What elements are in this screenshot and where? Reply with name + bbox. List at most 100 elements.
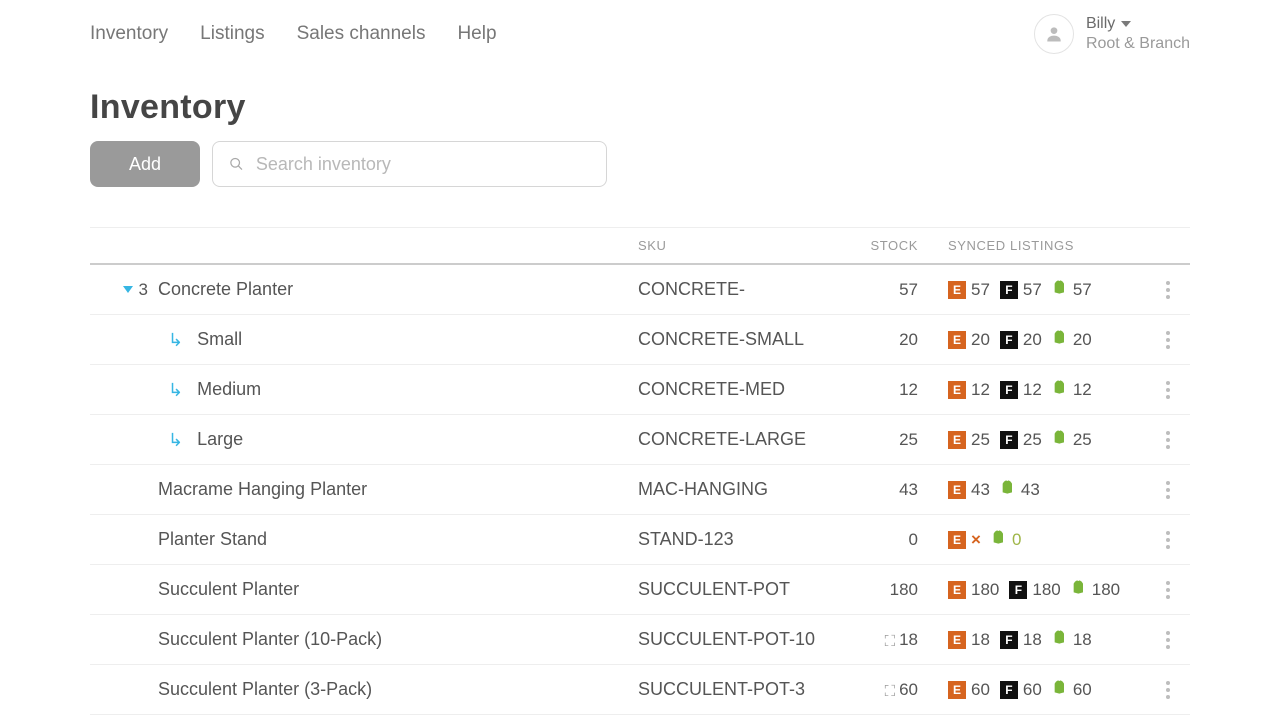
user-menu[interactable]: Billy Root & Branch xyxy=(1034,14,1190,54)
stock-value: 43 xyxy=(828,480,948,500)
product-name: Medium xyxy=(197,379,261,400)
listing-value: 25 xyxy=(1073,430,1092,450)
bundle-icon: ⛶ xyxy=(885,633,896,650)
listing-value: 57 xyxy=(971,280,990,300)
listing-chip: F57 xyxy=(1000,280,1042,300)
table-row[interactable]: Macrame Hanging PlanterMAC-HANGING43E434… xyxy=(90,465,1190,515)
etsy-icon: E xyxy=(948,381,966,399)
expand-toggle-icon[interactable] xyxy=(123,286,133,293)
column-header-stock: STOCK xyxy=(828,238,948,253)
faire-icon: F xyxy=(1000,281,1018,299)
faire-icon: F xyxy=(1000,331,1018,349)
etsy-icon: E xyxy=(948,631,966,649)
listing-chip: 18 xyxy=(1052,628,1092,651)
listing-value: 25 xyxy=(1023,430,1042,450)
listing-value: 18 xyxy=(1023,630,1042,650)
table-row[interactable]: Succulent Planter (10-Pack)SUCCULENT-POT… xyxy=(90,615,1190,665)
table-row[interactable]: ↳SmallCONCRETE-SMALL20E20F2020 xyxy=(90,315,1190,365)
synced-listings: E57 F57 57 xyxy=(948,278,1148,301)
chevron-down-icon xyxy=(1121,21,1131,27)
sku-value: CONCRETE-LARGE xyxy=(638,429,828,450)
inventory-table: SKU STOCK SYNCED LISTINGS 3Concrete Plan… xyxy=(90,227,1190,715)
faire-icon: F xyxy=(1000,631,1018,649)
faire-icon: F xyxy=(1000,431,1018,449)
page-title: Inventory xyxy=(90,88,1190,127)
search-field[interactable] xyxy=(212,141,607,187)
product-name: Succulent Planter (3-Pack) xyxy=(158,679,638,700)
listing-chip: E 18 xyxy=(948,630,990,650)
listing-value: 18 xyxy=(1073,630,1092,650)
listing-value: 60 xyxy=(971,680,990,700)
column-header-listings: SYNCED LISTINGS xyxy=(948,238,1148,253)
nav-item-help[interactable]: Help xyxy=(457,23,496,45)
listing-chip: 20 xyxy=(1052,328,1092,351)
etsy-icon: E xyxy=(948,531,966,549)
row-menu-button[interactable] xyxy=(1148,381,1188,399)
table-row[interactable]: ↳LargeCONCRETE-LARGE25E25F2525 xyxy=(90,415,1190,465)
synced-listings: E12 F 1212 xyxy=(948,378,1148,401)
row-menu-button[interactable] xyxy=(1148,581,1188,599)
sku-value: SUCCULENT-POT-3 xyxy=(638,679,828,700)
faire-icon: F xyxy=(1009,581,1027,599)
nav-item-inventory[interactable]: Inventory xyxy=(90,23,168,45)
table-row[interactable]: 3Concrete PlanterCONCRETE-57E57F5757 xyxy=(90,265,1190,315)
faire-icon: F xyxy=(1000,681,1018,699)
listing-chip: F 25 xyxy=(1000,430,1042,450)
row-menu-button[interactable] xyxy=(1148,481,1188,499)
nav-item-sales-channels[interactable]: Sales channels xyxy=(297,23,426,45)
shopify-icon xyxy=(1052,428,1068,451)
shopify-icon xyxy=(1052,628,1068,651)
listing-chip: E57 xyxy=(948,280,990,300)
listing-value: 12 xyxy=(1023,380,1042,400)
row-menu-button[interactable] xyxy=(1148,681,1188,699)
listing-chip: E43 xyxy=(948,480,990,500)
listing-value: 20 xyxy=(1073,330,1092,350)
table-row[interactable]: Succulent Planter (3-Pack)SUCCULENT-POT-… xyxy=(90,665,1190,715)
row-menu-button[interactable] xyxy=(1148,531,1188,549)
sku-value: MAC-HANGING xyxy=(638,479,828,500)
table-row[interactable]: ↳MediumCONCRETE-MED12E12F1212 xyxy=(90,365,1190,415)
listing-chip: F 12 xyxy=(1000,380,1042,400)
row-menu-button[interactable] xyxy=(1148,331,1188,349)
listing-chip: F 18 xyxy=(1000,630,1042,650)
shopify-icon xyxy=(1000,478,1016,501)
synced-listings: E25F2525 xyxy=(948,428,1148,451)
listing-chip: 60 xyxy=(1052,678,1092,701)
table-row[interactable]: Succulent PlanterSUCCULENT-POT180E180F18… xyxy=(90,565,1190,615)
etsy-icon: E xyxy=(948,581,966,599)
user-name: Billy xyxy=(1086,14,1115,34)
stock-value: ⛶60 xyxy=(828,680,948,700)
sku-value: STAND-123 xyxy=(638,529,828,550)
variant-arrow-icon: ↳ xyxy=(168,331,183,349)
row-menu-button[interactable] xyxy=(1148,281,1188,299)
search-icon xyxy=(229,156,244,172)
row-menu-button[interactable] xyxy=(1148,431,1188,449)
listing-chip: F60 xyxy=(1000,680,1042,700)
listing-chip: F 20 xyxy=(1000,330,1042,350)
shopify-icon xyxy=(1071,578,1087,601)
synced-listings: E20F2020 xyxy=(948,328,1148,351)
faire-icon: F xyxy=(1000,381,1018,399)
product-name: Succulent Planter xyxy=(158,579,638,600)
nav-item-listings[interactable]: Listings xyxy=(200,23,264,45)
synced-listings: E 18 F 18 18 xyxy=(948,628,1148,651)
table-row[interactable]: Planter StandSTAND-1230E×0 xyxy=(90,515,1190,565)
user-org: Root & Branch xyxy=(1086,34,1190,54)
sku-value: SUCCULENT-POT xyxy=(638,579,828,600)
add-button[interactable]: Add xyxy=(90,141,200,187)
search-input[interactable] xyxy=(256,154,590,175)
listing-value: 180 xyxy=(1092,580,1120,600)
sku-value: SUCCULENT-POT-10 xyxy=(638,629,828,650)
listing-chip: E12 xyxy=(948,380,990,400)
listing-value: 60 xyxy=(1073,680,1092,700)
listing-chip: E× xyxy=(948,530,981,550)
listing-value: 180 xyxy=(1032,580,1060,600)
shopify-icon xyxy=(1052,278,1068,301)
row-menu-button[interactable] xyxy=(1148,631,1188,649)
product-name: Macrame Hanging Planter xyxy=(158,479,638,500)
listing-value: 20 xyxy=(1023,330,1042,350)
listing-chip: F 180 xyxy=(1009,580,1060,600)
sku-value: CONCRETE-MED xyxy=(638,379,828,400)
stock-value: 12 xyxy=(828,380,948,400)
listing-value: 18 xyxy=(971,630,990,650)
